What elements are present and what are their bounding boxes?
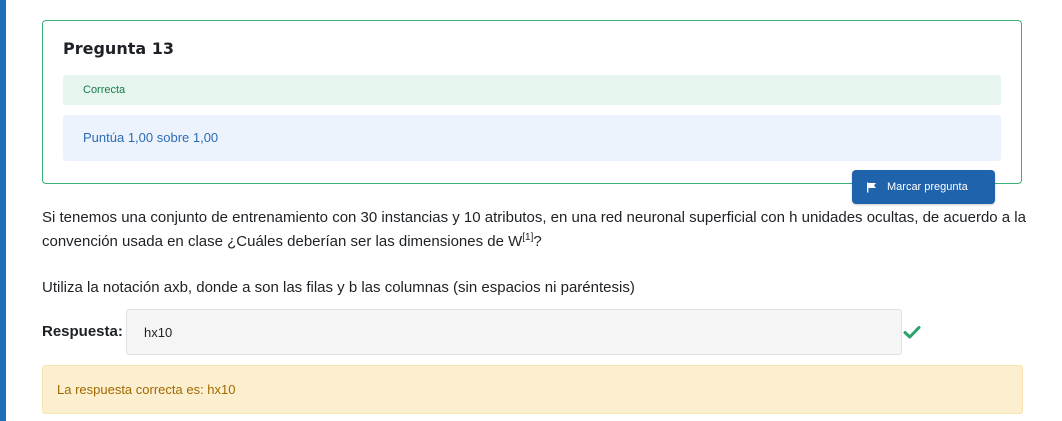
answer-label: Respuesta:	[42, 323, 123, 340]
question-note: Utiliza la notación axb, donde a son las…	[42, 279, 635, 296]
answer-input[interactable]	[126, 309, 902, 355]
left-accent-bar	[0, 0, 6, 421]
flag-question-button[interactable]: Marcar pregunta	[852, 170, 995, 204]
question-state: Correcta	[63, 75, 1001, 105]
flag-button-label: Marcar pregunta	[887, 181, 968, 193]
question-text-superscript: [1]	[522, 232, 534, 243]
correct-answer-feedback: La respuesta correcta es: hx10	[42, 365, 1023, 414]
flag-icon	[867, 182, 876, 192]
question-text-end: ?	[533, 233, 542, 250]
check-icon	[903, 326, 921, 339]
question-text: Si tenemos una conjunto de entrenamiento…	[42, 206, 1027, 254]
question-title: Pregunta 13	[63, 39, 174, 58]
question-info-box: Pregunta 13 Correcta Puntúa 1,00 sobre 1…	[42, 20, 1022, 184]
question-grade: Puntúa 1,00 sobre 1,00	[63, 115, 1001, 161]
